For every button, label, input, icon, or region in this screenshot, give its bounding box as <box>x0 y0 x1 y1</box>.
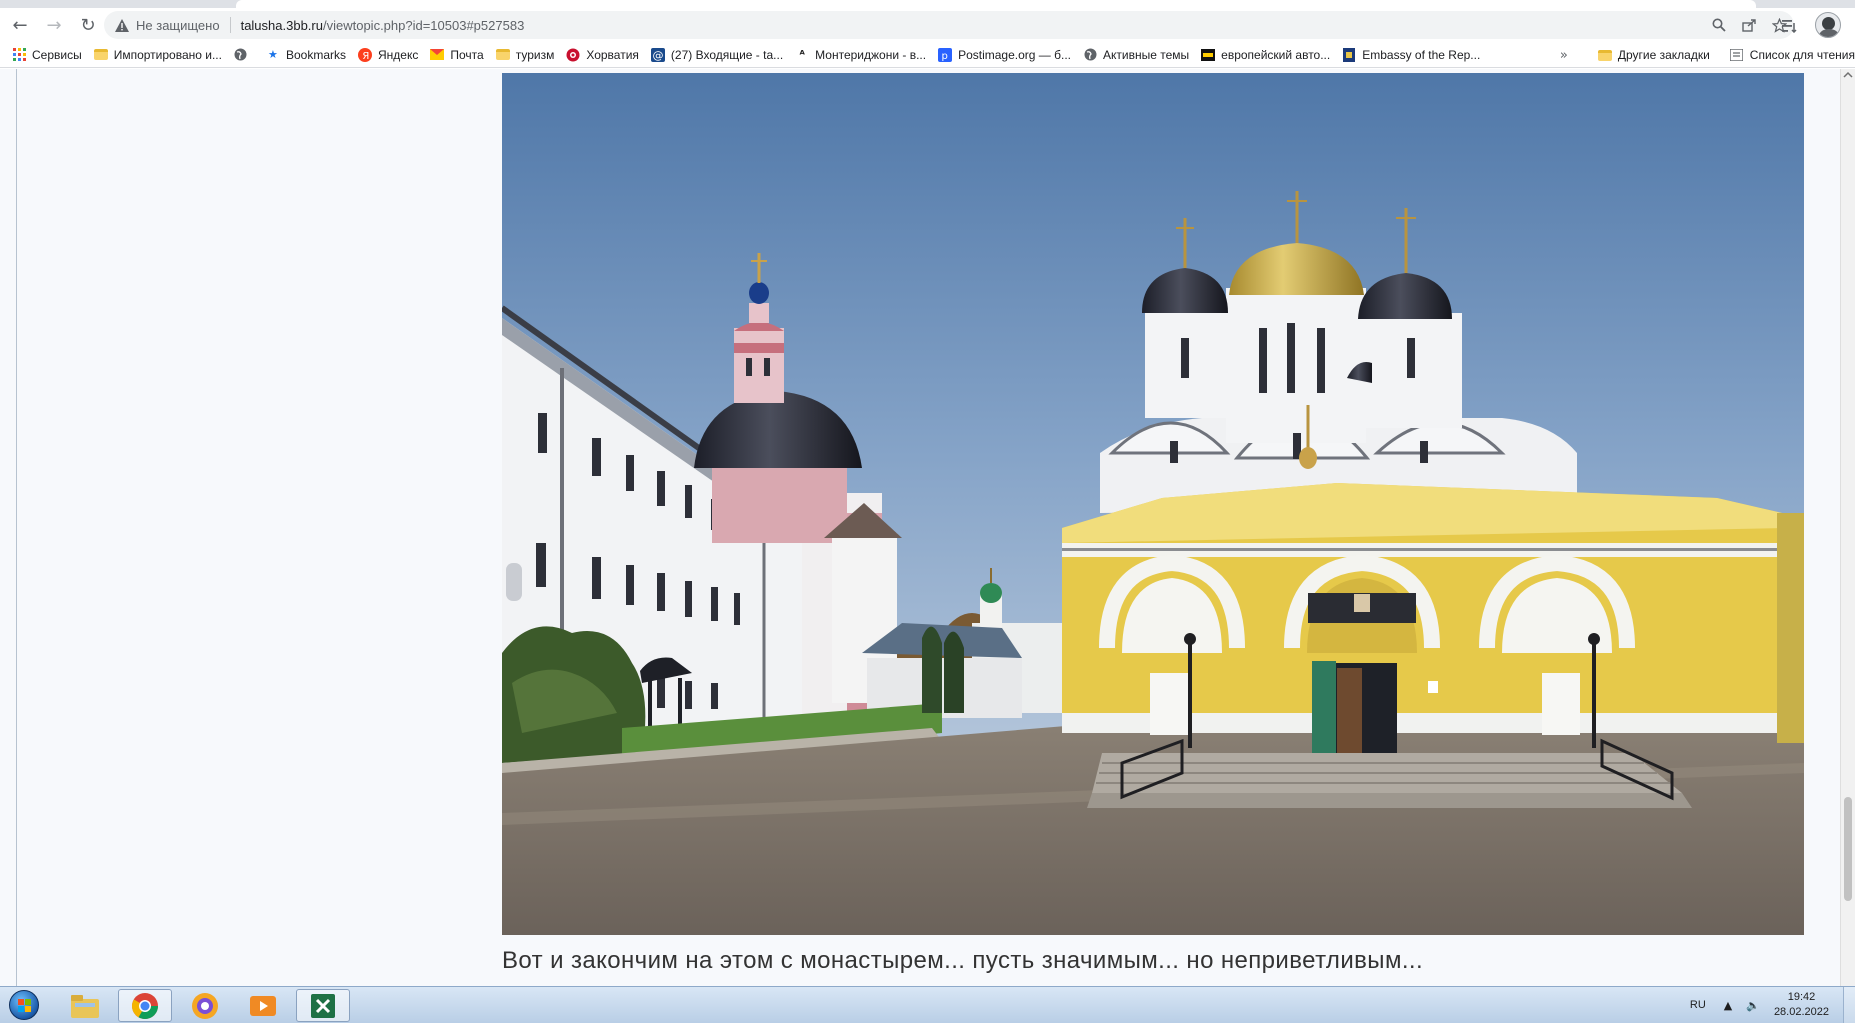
croatia-icon <box>566 48 580 62</box>
show-desktop-button[interactable] <box>1843 987 1855 1023</box>
bookmark-embassy[interactable]: Embassy of the Rep... <box>1342 47 1481 62</box>
forward-button[interactable]: → <box>40 11 68 39</box>
bookmark-tourism[interactable]: туризм <box>495 47 555 62</box>
bookmark-inbox[interactable]: @ (27) Входящие - ta... <box>650 47 784 62</box>
postimage-icon: p <box>938 47 953 62</box>
url-path[interactable]: /viewtopic.php?id=10503#p527583 <box>323 18 524 33</box>
page-viewport: Вот и закончим на этом с монастырем... п… <box>0 69 1855 986</box>
bookmark-label: Импортировано и... <box>113 47 222 62</box>
vertical-scrollbar[interactable] <box>1840 69 1855 986</box>
bookmark-active-topics[interactable]: Активные темы <box>1083 48 1189 62</box>
bookmark-bookmarks[interactable]: ★ Bookmarks <box>266 48 346 62</box>
frame-border <box>16 69 17 986</box>
bookmark-label: Хорватия <box>586 47 639 62</box>
tab-strip <box>0 0 1855 8</box>
zoom-icon[interactable] <box>1704 11 1734 39</box>
reload-button[interactable]: ↻ <box>74 11 102 39</box>
active-tab-edge[interactable] <box>236 0 1756 8</box>
apps-grid-icon <box>12 48 26 62</box>
bookmark-label: Список для чтения <box>1749 48 1855 62</box>
bookmark-label: туризм <box>515 47 555 62</box>
reading-list-icon[interactable] <box>1775 12 1805 40</box>
address-bar[interactable]: Не защищено talusha.3bb.ru/viewtopic.php… <box>104 11 1794 39</box>
media-player-icon[interactable] <box>236 989 290 1022</box>
bookmark-services[interactable]: Сервисы <box>12 48 82 62</box>
url-host[interactable]: talusha.3bb.ru <box>241 18 323 33</box>
share-icon[interactable] <box>1734 11 1764 39</box>
toolbar-extensions <box>1775 12 1805 40</box>
bookmark-label: Яндекс <box>378 47 419 62</box>
bookmark-label: европейский авто... <box>1221 47 1331 62</box>
explorer-icon[interactable] <box>58 989 112 1022</box>
post-author-column <box>0 69 490 986</box>
excel-icon[interactable] <box>296 989 350 1022</box>
bookmark-label: (27) Входящие - ta... <box>670 47 784 62</box>
bookmark-yandex[interactable]: Я Яндекс <box>358 47 419 62</box>
back-button[interactable]: ← <box>6 11 34 39</box>
clock-date: 28.02.2022 <box>1773 1006 1829 1018</box>
bookmarks-bar: Сервисы Импортировано и... ★ Bookmarks Я… <box>0 42 1855 68</box>
bookmark-label: Другие закладки <box>1617 48 1710 62</box>
mail-at-icon: @ <box>650 47 665 62</box>
bookmark-label: Postimage.org — б... <box>958 47 1071 62</box>
reading-list-button[interactable]: Список для чтения <box>1730 48 1855 62</box>
post-photo[interactable] <box>502 73 1804 935</box>
security-status[interactable]: Не защищено <box>136 18 220 33</box>
bookmark-label: Embassy of the Rep... <box>1362 47 1481 62</box>
language-indicator[interactable]: RU <box>1690 999 1706 1011</box>
embassy-icon <box>1342 47 1356 62</box>
bookmark-eu-auto[interactable]: европейский авто... <box>1201 48 1330 62</box>
eu-icon <box>1201 48 1216 62</box>
tray-expand-icon[interactable]: ▲ <box>1724 999 1732 1012</box>
windows-taskbar: RU ▲ 🔈 19:42 28.02.2022 <box>0 986 1855 1023</box>
bookmark-label: Почта <box>450 47 484 62</box>
bookmark-globe[interactable] <box>234 48 254 62</box>
bookmark-imported[interactable]: Импортировано и... <box>93 47 222 62</box>
reading-list-icon <box>1730 48 1744 62</box>
svg-text:p: p <box>942 51 948 62</box>
svg-text:@: @ <box>652 49 663 62</box>
globe-icon <box>234 48 248 62</box>
folder-icon <box>1597 48 1612 62</box>
post-text: Вот и закончим на этом с монастырем... п… <box>502 947 1424 974</box>
volume-icon[interactable]: 🔈 <box>1746 999 1760 1012</box>
bookmark-mail[interactable]: Почта <box>430 47 484 62</box>
browser-icon[interactable] <box>178 989 232 1022</box>
bookmark-label: Сервисы <box>32 47 82 62</box>
tripadvisor-icon: ᴬ <box>799 48 805 61</box>
bookmark-other[interactable]: Другие закладки <box>1597 48 1710 62</box>
globe-icon <box>1083 48 1097 62</box>
bookmark-label: Bookmarks <box>285 47 347 62</box>
system-tray: RU ▲ 🔈 19:42 28.02.2022 <box>1690 987 1855 1023</box>
star-icon: ★ <box>268 48 278 61</box>
bookmark-label: Монтериджони - в... <box>815 47 927 62</box>
clock[interactable]: 19:42 28.02.2022 <box>1774 990 1829 1020</box>
scrollbar-thumb[interactable] <box>1844 797 1852 901</box>
scroll-up-icon[interactable] <box>1843 71 1853 82</box>
bookmark-monteriggioni[interactable]: ᴬ Монтериджони - в... <box>795 48 926 62</box>
browser-toolbar: ← → ↻ Не защищено talusha.3bb.ru/viewtop… <box>0 8 1855 42</box>
bookmarks-overflow-button[interactable]: » <box>1560 48 1568 63</box>
bookmark-label: Активные темы <box>1103 47 1190 62</box>
bookmark-postimage[interactable]: p Postimage.org — б... <box>938 47 1071 62</box>
divider <box>229 17 231 33</box>
mail-icon <box>430 48 445 62</box>
yandex-icon: Я <box>358 47 373 62</box>
bookmarks-right: » Другие закладки Список для чтения <box>1560 42 1855 68</box>
folder-icon <box>93 48 108 62</box>
warning-icon[interactable] <box>114 17 130 33</box>
bookmark-croatia[interactable]: Хорватия <box>566 48 639 62</box>
chrome-icon[interactable] <box>118 989 172 1022</box>
svg-text:Я: Я <box>362 51 369 62</box>
profile-avatar[interactable] <box>1815 12 1841 38</box>
windows-start-icon[interactable] <box>4 988 44 1022</box>
clock-time: 19:42 <box>1787 991 1816 1003</box>
folder-icon <box>495 48 510 62</box>
